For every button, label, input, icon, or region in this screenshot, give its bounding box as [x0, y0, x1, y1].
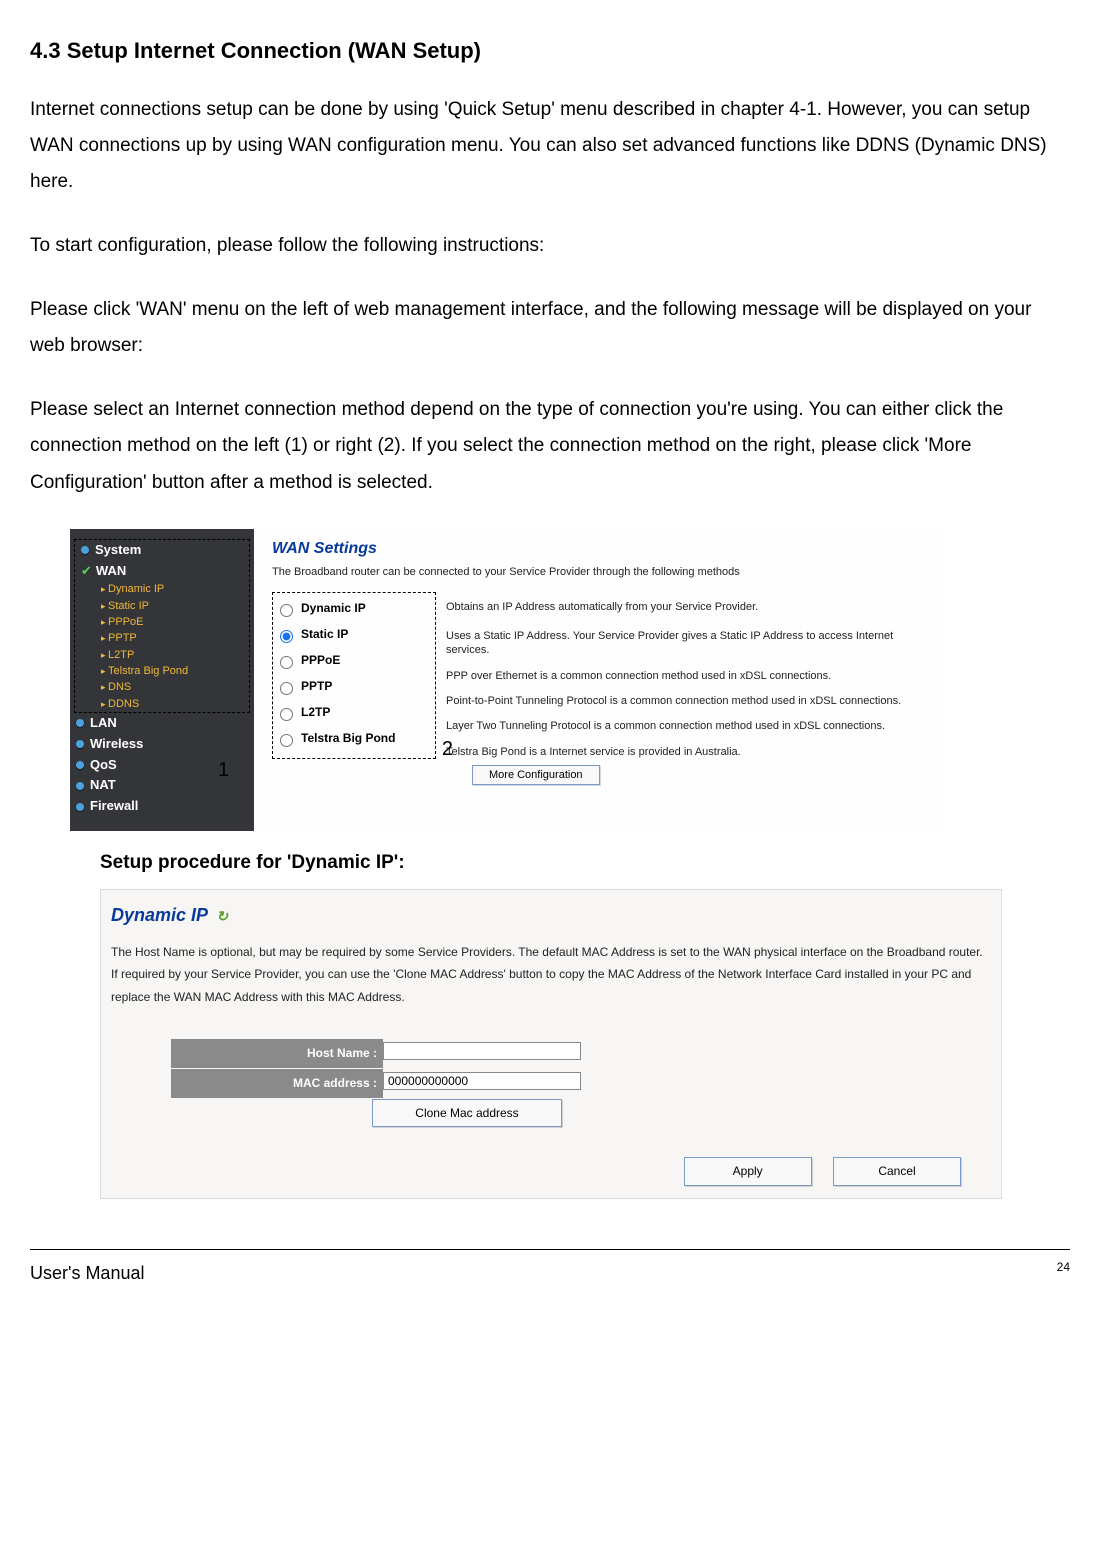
paragraph-2: To start configuration, please follow th… [30, 228, 1070, 264]
sidebar-label: System [95, 542, 141, 559]
mac-address-input[interactable] [383, 1072, 581, 1090]
sidebar-sub-pppoe[interactable]: PPPoE [75, 614, 249, 630]
sidebar-sub-pptp[interactable]: PPTP [75, 630, 249, 646]
paragraph-4: Please select an Internet connection met… [30, 392, 1070, 500]
sidebar-sub-dynamic-ip[interactable]: Dynamic IP [75, 581, 249, 597]
option-label: Static IP [301, 627, 348, 643]
sidebar-sub-static-ip[interactable]: Static IP [75, 598, 249, 614]
sidebar-item-wireless[interactable]: Wireless [70, 734, 254, 755]
bullet-icon [81, 546, 89, 554]
option-label: L2TP [301, 705, 330, 721]
sidebar-label: Firewall [90, 798, 138, 815]
host-name-input[interactable] [383, 1042, 581, 1060]
option-desc-dynamic: Obtains an IP Address automatically from… [446, 599, 924, 614]
radio-static-ip[interactable] [280, 630, 293, 643]
sidebar-sub-dns[interactable]: DNS [75, 679, 249, 695]
dynamic-ip-desc: The Host Name is optional, but may be re… [111, 941, 991, 1009]
option-desc-static: Uses a Static IP Address. Your Service P… [446, 628, 924, 658]
refresh-icon: ↻ [216, 903, 228, 930]
wan-settings-panel: WAN Settings The Broadband router can be… [254, 529, 940, 832]
bullet-icon [76, 719, 84, 727]
sidebar-label: WAN [96, 563, 126, 580]
radio-pptp[interactable] [280, 682, 293, 695]
apply-button[interactable]: Apply [684, 1157, 812, 1186]
option-desc-pptp: Point-to-Point Tunneling Protocol is a c… [446, 693, 924, 708]
page-footer: User's Manual 24 [30, 1249, 1070, 1290]
option-desc-l2tp: Layer Two Tunneling Protocol is a common… [446, 718, 924, 733]
bullet-icon [76, 740, 84, 748]
option-label: Dynamic IP [301, 601, 366, 617]
wan-options-box: Dynamic IP Static IP PPPoE PPTP L2TP Tel… [272, 592, 436, 759]
wan-settings-desc: The Broadband router can be connected to… [272, 565, 924, 579]
annotation-1: 1 [218, 757, 229, 783]
sidebar-sub-ddns[interactable]: DDNS [75, 696, 249, 712]
clone-mac-button[interactable]: Clone Mac address [372, 1099, 562, 1128]
wan-settings-screenshot: System ✔WAN Dynamic IP Static IP PPPoE P… [70, 529, 940, 832]
sidebar-item-lan[interactable]: LAN [70, 713, 254, 734]
footer-title: User's Manual [30, 1256, 144, 1290]
sidebar-item-wan[interactable]: ✔WAN [75, 561, 249, 582]
mac-address-label: MAC address : [171, 1069, 383, 1098]
dynamic-ip-subheading: Setup procedure for 'Dynamic IP': [100, 845, 1070, 881]
router-sidebar: System ✔WAN Dynamic IP Static IP PPPoE P… [70, 529, 254, 832]
dynamic-ip-screenshot: Dynamic IP ↻ The Host Name is optional, … [100, 889, 1002, 1199]
host-name-label: Host Name : [171, 1039, 383, 1068]
radio-dynamic-ip[interactable] [280, 604, 293, 617]
sidebar-label: LAN [90, 715, 117, 732]
paragraph-1: Internet connections setup can be done b… [30, 92, 1070, 200]
bullet-icon [76, 761, 84, 769]
bullet-icon [76, 803, 84, 811]
option-label: Telstra Big Pond [301, 731, 395, 747]
annotation-2: 2 [442, 736, 453, 762]
radio-telstra[interactable] [280, 734, 293, 747]
sidebar-item-system[interactable]: System [75, 540, 249, 561]
sidebar-sub-telstra[interactable]: Telstra Big Pond [75, 663, 249, 679]
sidebar-label: Wireless [90, 736, 143, 753]
radio-l2tp[interactable] [280, 708, 293, 721]
sidebar-label: NAT [90, 777, 116, 794]
check-icon: ✔ [81, 563, 92, 580]
bullet-icon [76, 782, 84, 790]
option-desc-telstra: Telstra Big Pond is a Internet service i… [446, 744, 924, 759]
cancel-button[interactable]: Cancel [833, 1157, 961, 1186]
option-label: PPTP [301, 679, 332, 695]
sidebar-sub-l2tp[interactable]: L2TP [75, 647, 249, 663]
section-heading: 4.3 Setup Internet Connection (WAN Setup… [30, 30, 1070, 72]
sidebar-item-firewall[interactable]: Firewall [70, 796, 254, 817]
paragraph-3: Please click 'WAN' menu on the left of w… [30, 292, 1070, 364]
option-desc-pppoe: PPP over Ethernet is a common connection… [446, 668, 924, 683]
sidebar-label: QoS [90, 757, 117, 774]
dynamic-ip-title-text: Dynamic IP [111, 905, 207, 925]
page-number: 24 [1057, 1256, 1070, 1290]
wan-settings-title: WAN Settings [272, 539, 924, 560]
radio-pppoe[interactable] [280, 656, 293, 669]
more-configuration-button[interactable]: More Configuration [472, 765, 600, 785]
option-label: PPPoE [301, 653, 340, 669]
dynamic-ip-title: Dynamic IP ↻ [111, 898, 991, 932]
